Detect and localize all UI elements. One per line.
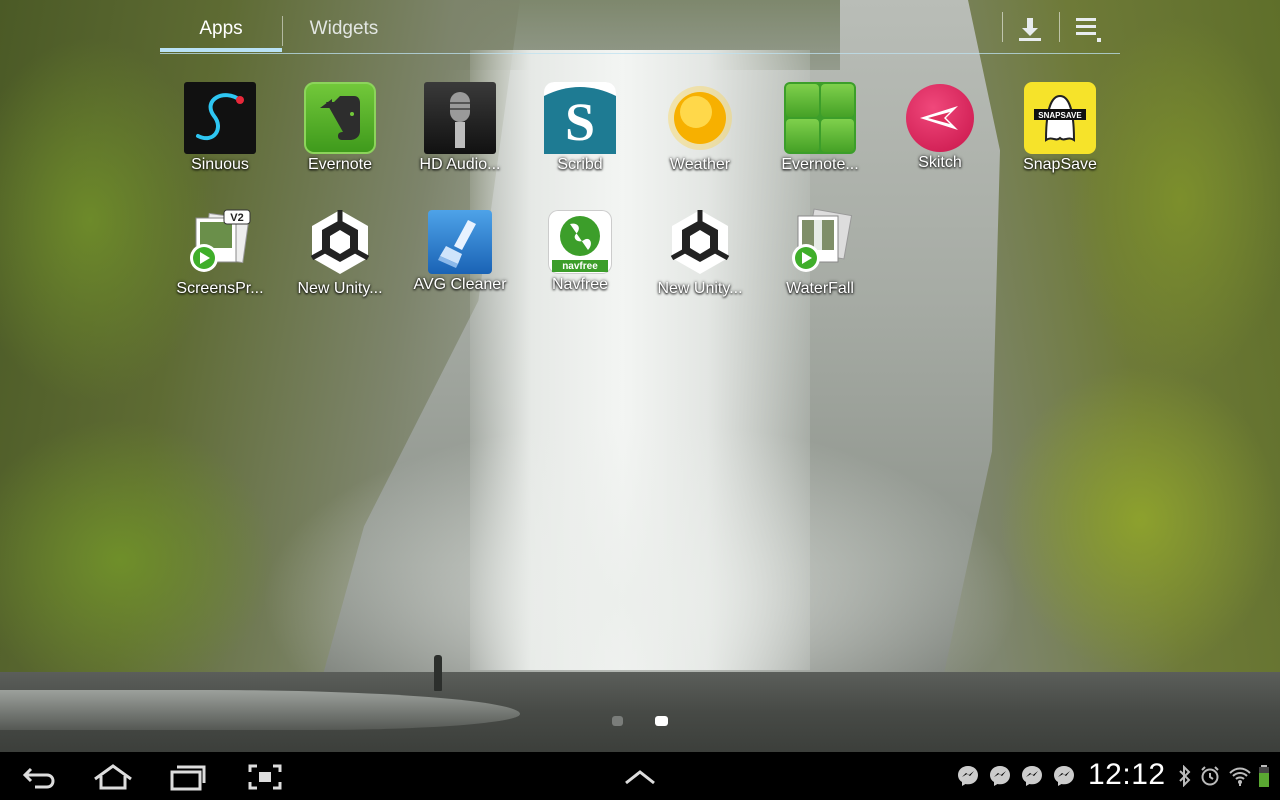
app-label: New Unity...	[657, 280, 743, 297]
navfree-brand-text: navfree	[562, 261, 598, 272]
app-label: New Unity...	[297, 280, 383, 297]
evernote-icon	[304, 82, 376, 154]
scribd-letter: S	[565, 92, 595, 152]
app-skitch[interactable]: Skitch	[880, 80, 1000, 190]
app-sinuous[interactable]: Sinuous	[160, 80, 280, 190]
back-icon	[22, 767, 55, 789]
tab-apps[interactable]: Apps	[160, 12, 282, 52]
scribd-icon: S	[544, 82, 616, 154]
avg-cleaner-icon	[428, 210, 492, 274]
messenger-icon[interactable]	[988, 764, 1012, 788]
toolbar-divider	[1002, 12, 1003, 42]
sun-icon	[664, 82, 736, 154]
unity-icon	[664, 206, 736, 278]
app-label: Evernote...	[781, 156, 859, 173]
navfree-icon: navfree	[548, 210, 612, 274]
app-label: WaterFall	[786, 280, 854, 297]
evernote-widget-icon	[784, 82, 856, 154]
app-avg-cleaner[interactable]: AVG Cleaner	[400, 204, 520, 314]
sinuous-icon	[184, 82, 256, 154]
screenshot-button[interactable]	[240, 760, 290, 794]
screenspresso-badge-text: V2	[230, 212, 243, 224]
app-label: Navfree	[551, 276, 609, 293]
app-new-unity-1[interactable]: New Unity...	[280, 204, 400, 314]
app-navfree[interactable]: navfree Navfree	[520, 204, 640, 314]
skitch-icon	[906, 84, 974, 152]
alarm-icon	[1198, 764, 1222, 788]
app-weather[interactable]: Weather	[640, 80, 760, 190]
messenger-icon[interactable]	[956, 764, 980, 788]
camera-tile	[821, 84, 854, 117]
menu-icon	[1076, 18, 1101, 42]
app-evernote[interactable]: Evernote	[280, 80, 400, 190]
app-label: HD Audio...	[419, 156, 501, 173]
battery-icon	[1256, 764, 1272, 788]
screenshot-icon	[248, 764, 282, 790]
back-button[interactable]	[14, 760, 64, 794]
app-label: ScreensPr...	[176, 280, 264, 297]
tab-divider	[282, 16, 283, 46]
app-drawer-up-button[interactable]	[615, 760, 665, 794]
app-label: Sinuous	[191, 156, 249, 173]
app-label: Skitch	[918, 154, 962, 171]
download-icon	[1019, 18, 1041, 41]
messenger-icon[interactable]	[1052, 764, 1076, 788]
app-evernote-widget[interactable]: Evernote...	[760, 80, 880, 190]
microphone-tile	[786, 119, 819, 152]
snapsave-icon: SNAPSAVE	[1024, 82, 1096, 154]
recent-apps-button[interactable]	[162, 760, 212, 794]
tab-widgets[interactable]: Widgets	[284, 12, 404, 52]
status-clock[interactable]: 12:12	[1088, 758, 1166, 792]
app-snapsave[interactable]: SNAPSAVE SnapSave	[1000, 80, 1120, 190]
app-label: Weather	[669, 156, 731, 173]
app-label: SnapSave	[1023, 156, 1097, 173]
app-drawer-tabbar: Apps Widgets	[160, 12, 1120, 55]
app-label: Scribd	[557, 156, 603, 173]
home-icon	[94, 764, 132, 790]
app-screenspresso[interactable]: V2 ScreensPr...	[160, 204, 280, 314]
app-hd-audio[interactable]: HD Audio...	[400, 80, 520, 190]
page-indicator-dot[interactable]	[612, 716, 623, 726]
unity-icon	[304, 206, 376, 278]
page-indicator-dot-active[interactable]	[655, 716, 668, 726]
chevron-up-icon	[625, 770, 655, 785]
menu-button[interactable]	[1068, 12, 1108, 46]
messenger-icon[interactable]	[1020, 764, 1044, 788]
screenspresso-icon: V2	[184, 206, 256, 278]
system-bar: 12:12	[0, 752, 1280, 800]
search-tile	[821, 119, 854, 152]
app-grid: Sinuous Evernote HD Audio... S Scribd We…	[160, 80, 1120, 320]
recent-apps-icon	[170, 765, 206, 791]
tabbar-underline	[160, 53, 1120, 54]
microphone-icon	[424, 82, 496, 154]
app-label: AVG Cleaner	[413, 276, 507, 293]
download-button[interactable]	[1010, 12, 1050, 46]
app-new-unity-2[interactable]: New Unity...	[640, 204, 760, 314]
app-waterfall[interactable]: WaterFall	[760, 204, 880, 314]
app-label: Evernote	[307, 156, 373, 173]
toolbar-divider	[1059, 12, 1060, 42]
home-button[interactable]	[88, 760, 138, 794]
waterfall-icon	[784, 206, 856, 278]
snapsave-badge-text: SNAPSAVE	[1038, 111, 1082, 120]
app-scribd[interactable]: S Scribd	[520, 80, 640, 190]
bluetooth-icon	[1176, 764, 1194, 788]
wallpaper-person	[434, 655, 442, 691]
new-note-tile	[786, 84, 819, 117]
wifi-icon	[1228, 764, 1252, 788]
